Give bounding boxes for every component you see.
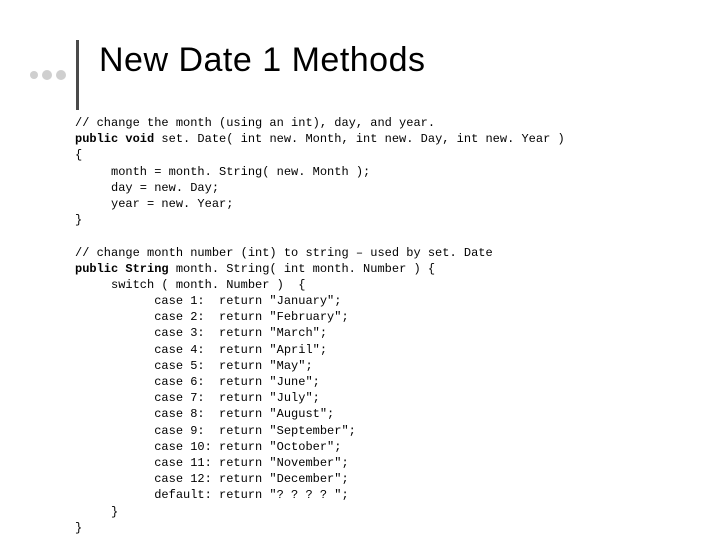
code-line: } (75, 521, 82, 535)
code-keyword: public String (75, 262, 169, 276)
code-block: // change the month (using an int), day,… (75, 115, 680, 536)
code-line: // change month number (int) to string –… (75, 246, 493, 260)
code-line: } (75, 505, 118, 519)
code-line: month. String( int month. Number ) { (169, 262, 435, 276)
code-line: case 2: return "February"; (75, 310, 349, 324)
page-title: New Date 1 Methods (99, 41, 426, 80)
title-row: New Date 1 Methods (30, 10, 690, 110)
bullet-icon (56, 70, 66, 80)
code-line: case 6: return "June"; (75, 375, 320, 389)
code-line: case 4: return "April"; (75, 343, 327, 357)
code-line: set. Date( int new. Month, int new. Day,… (154, 132, 564, 146)
code-line: case 7: return "July"; (75, 391, 320, 405)
code-line: case 1: return "January"; (75, 294, 341, 308)
bullet-icon (30, 71, 38, 79)
title-bullets (30, 40, 79, 110)
code-line: case 3: return "March"; (75, 326, 327, 340)
code-line: { (75, 148, 82, 162)
code-line: case 10: return "October"; (75, 440, 341, 454)
code-line: case 5: return "May"; (75, 359, 313, 373)
code-line: // change the month (using an int), day,… (75, 116, 435, 130)
vertical-bar-icon (76, 40, 79, 110)
code-line: switch ( month. Number ) { (75, 278, 305, 292)
code-line: year = new. Year; (75, 197, 233, 211)
code-line: month = month. String( new. Month ); (75, 165, 370, 179)
code-line: case 12: return "December"; (75, 472, 349, 486)
code-line: case 9: return "September"; (75, 424, 356, 438)
code-line: } (75, 213, 82, 227)
code-line: case 8: return "August"; (75, 407, 334, 421)
code-line: default: return "? ? ? ? "; (75, 488, 349, 502)
code-line: day = new. Day; (75, 181, 219, 195)
bullet-icon (42, 70, 52, 80)
code-keyword: public void (75, 132, 154, 146)
code-line: case 11: return "November"; (75, 456, 349, 470)
